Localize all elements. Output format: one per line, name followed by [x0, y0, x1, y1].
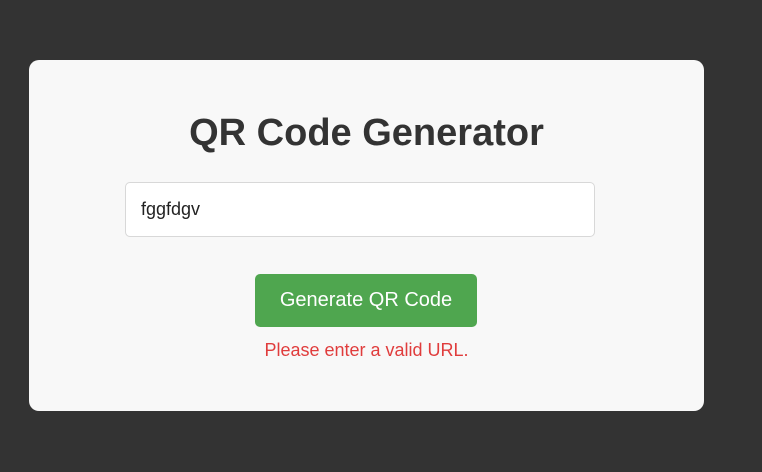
page-background: QR Code Generator Generate QR Code Pleas… [0, 0, 762, 472]
error-message: Please enter a valid URL. [264, 340, 469, 360]
generator-card: QR Code Generator Generate QR Code Pleas… [29, 60, 704, 411]
page-title: QR Code Generator [189, 112, 544, 154]
url-input[interactable] [125, 182, 595, 237]
generate-qr-button[interactable]: Generate QR Code [255, 274, 477, 327]
